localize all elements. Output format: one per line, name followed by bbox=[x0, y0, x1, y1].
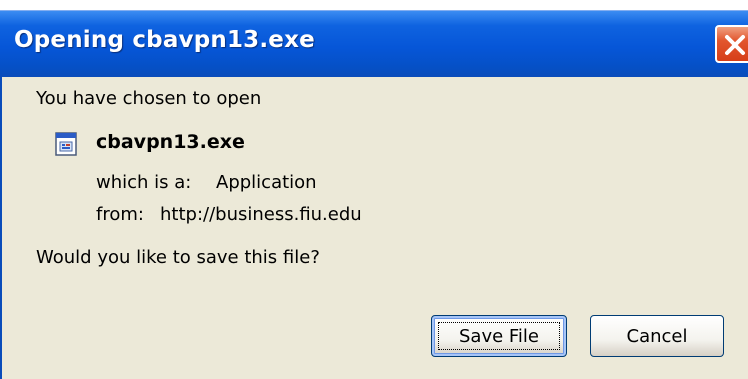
dialog-title: Opening cbavpn13.exe bbox=[14, 27, 315, 53]
close-icon bbox=[725, 35, 745, 55]
save-file-button[interactable]: Save File bbox=[431, 315, 567, 357]
focus-ring bbox=[438, 322, 560, 350]
save-question: Would you like to save this file? bbox=[36, 247, 320, 268]
file-type-label: which is a: bbox=[96, 172, 192, 193]
file-type-value: Application bbox=[216, 172, 317, 193]
title-bar-inner: Opening cbavpn13.exe bbox=[0, 11, 748, 77]
close-button[interactable] bbox=[715, 25, 748, 63]
cancel-button[interactable]: Cancel bbox=[590, 315, 724, 357]
download-dialog: Opening cbavpn13.exe You have chosen to … bbox=[0, 0, 748, 379]
file-name: cbavpn13.exe bbox=[96, 131, 245, 153]
cancel-label: Cancel bbox=[626, 325, 688, 347]
exe-file-icon bbox=[55, 132, 77, 156]
file-source-label: from: bbox=[96, 204, 144, 225]
file-source-value: http://business.fiu.edu bbox=[160, 204, 362, 225]
title-bar: Opening cbavpn13.exe bbox=[0, 0, 748, 77]
intro-text: You have chosen to open bbox=[36, 88, 262, 109]
